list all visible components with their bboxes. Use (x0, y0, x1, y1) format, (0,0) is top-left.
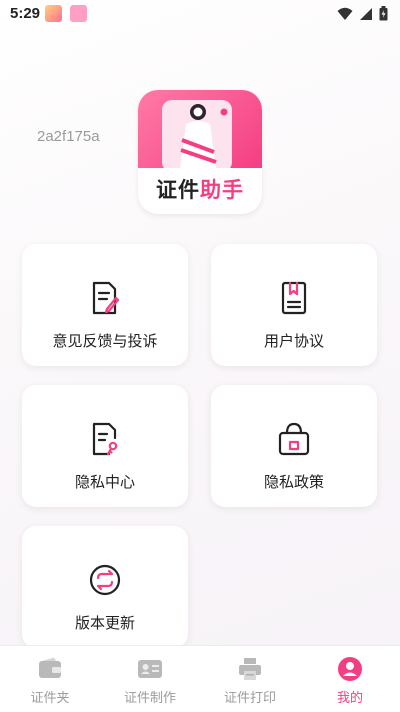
feedback-label: 意见反馈与投诉 (52, 332, 158, 350)
tab-mine[interactable]: 我的 (300, 646, 400, 712)
privacy-center-label: 隐私中心 (74, 473, 135, 491)
notification-app-icon-2 (70, 5, 87, 22)
agreement-book-icon (281, 281, 307, 315)
notification-app-icon (45, 5, 62, 22)
bottom-tab-bar: 证件夹 证件制作 证件打印 我的 (0, 645, 400, 712)
tab-print-id[interactable]: 证件打印 (200, 646, 300, 712)
logo-pink-panel (138, 90, 262, 172)
signal-icon (360, 7, 372, 20)
user-agreement-card[interactable]: 用户协议 (211, 244, 377, 366)
user-icon (338, 657, 362, 681)
tab-print-id-label: 证件打印 (223, 691, 276, 706)
feedback-edit-icon (92, 281, 120, 315)
status-bar: 5:29 (0, 0, 400, 28)
device-id-text: 2a2f175a (37, 128, 100, 145)
privacy-policy-card[interactable]: 隐私政策 (211, 385, 377, 507)
battery-icon (379, 6, 388, 21)
privacy-key-icon (92, 422, 118, 456)
tab-mine-label: 我的 (336, 691, 363, 706)
refresh-icon (89, 564, 121, 596)
id-card-icon (138, 660, 162, 678)
wallet-icon (39, 657, 61, 678)
logo-text-a: 证件 (156, 178, 200, 202)
logo-camera-figure-icon (162, 100, 232, 172)
privacy-center-card[interactable]: 隐私中心 (22, 385, 188, 507)
version-update-label: 版本更新 (74, 614, 135, 632)
version-update-card[interactable]: 版本更新 (22, 526, 188, 648)
feedback-card[interactable]: 意见反馈与投诉 (22, 244, 188, 366)
status-indicators (337, 6, 388, 21)
status-time: 5:29 (10, 5, 41, 22)
logo-brand-text: 证件助手 (138, 174, 262, 204)
privacy-policy-label: 隐私政策 (263, 473, 324, 491)
tab-make-id[interactable]: 证件制作 (100, 646, 200, 712)
policy-bag-icon (278, 422, 310, 456)
user-agreement-label: 用户协议 (263, 332, 324, 350)
tab-documents[interactable]: 证件夹 (0, 646, 100, 712)
tab-documents-label: 证件夹 (30, 691, 70, 706)
printer-icon (239, 658, 261, 680)
logo-text-b: 助手 (200, 178, 244, 202)
app-logo: 证件助手 (138, 90, 262, 214)
tab-make-id-label: 证件制作 (123, 691, 176, 706)
wifi-icon (337, 7, 353, 20)
